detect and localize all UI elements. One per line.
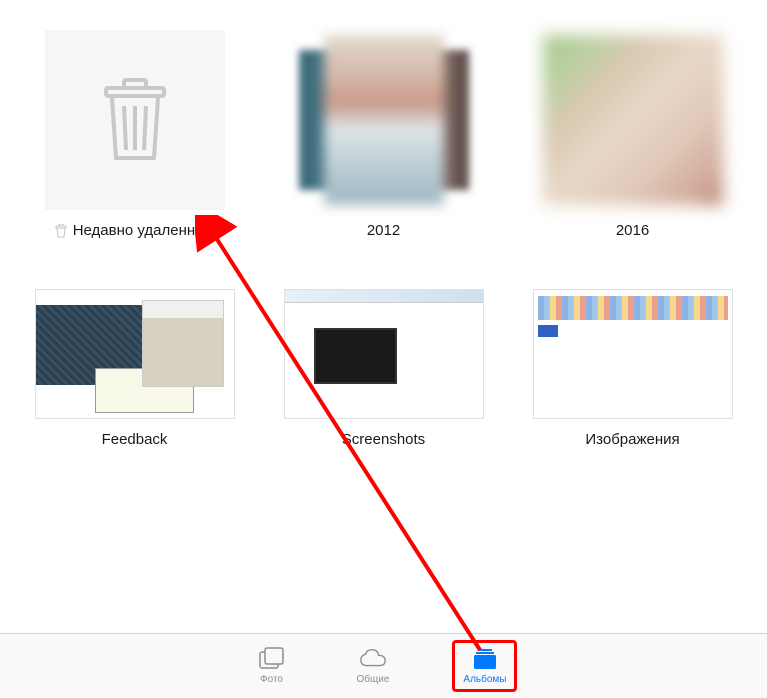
album-recently-deleted[interactable]: Недавно удаленные [30,30,239,239]
albums-grid-container: Недавно удаленные 2012 2016 Feedback Scr [0,0,767,633]
album-screenshots[interactable]: Screenshots [279,289,488,448]
album-thumbnail-screenshots [284,289,484,419]
tab-photos[interactable]: Фото [250,643,294,689]
album-label: 2012 [367,222,400,239]
tab-label: Фото [260,674,283,685]
album-thumbnail-images [533,289,733,419]
album-label: Изображения [585,431,679,448]
album-images[interactable]: Изображения [528,289,737,448]
albums-icon [471,647,499,671]
tab-shared[interactable]: Общие [349,643,398,689]
trash-icon-small [55,224,67,238]
tab-label: Общие [357,674,390,685]
album-thumbnail-feedback [35,289,235,419]
album-2012[interactable]: 2012 [279,30,488,239]
album-thumbnail-recently-deleted [45,30,225,210]
album-grid: Недавно удаленные 2012 2016 Feedback Scr [30,30,737,448]
album-label: Feedback [102,431,168,448]
tab-bar: Фото Общие Альбомы [0,633,767,698]
trash-icon [100,78,170,163]
album-thumbnail-2012 [294,30,474,210]
album-2016[interactable]: 2016 [528,30,737,239]
album-label: Недавно удаленные [73,222,215,239]
album-label-row: Недавно удаленные [55,222,215,239]
album-thumbnail-2016 [543,30,723,210]
album-label: Screenshots [342,431,425,448]
photos-icon [258,647,286,671]
album-label: 2016 [616,222,649,239]
tab-albums[interactable]: Альбомы [452,640,517,692]
cloud-icon [359,647,387,671]
tab-label: Альбомы [463,674,506,685]
album-feedback[interactable]: Feedback [30,289,239,448]
